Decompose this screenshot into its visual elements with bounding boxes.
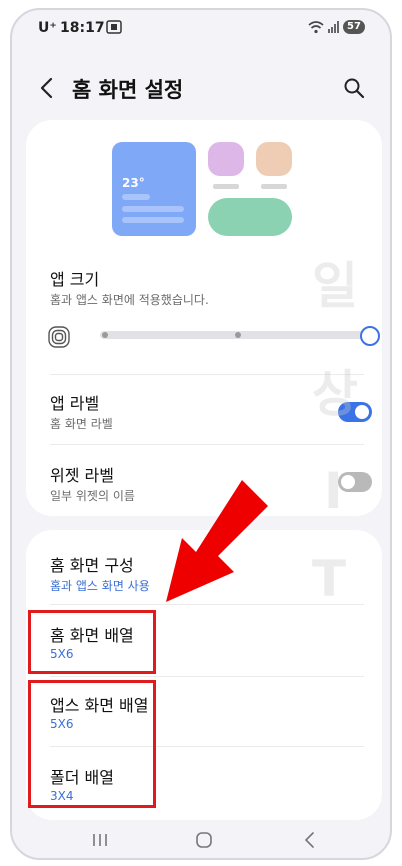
- app-icon-preview: [208, 142, 244, 176]
- app-size-subtitle: 홈과 앱스 화면에 적용했습니다.: [50, 293, 209, 307]
- preview-line: [122, 206, 184, 212]
- app-label-title: 앱 라벨: [50, 394, 100, 413]
- widget-label-title: 위젯 라벨: [50, 466, 114, 485]
- app-label-subtitle: 홈 화면 라벨: [50, 417, 113, 431]
- home-icon[interactable]: [194, 830, 214, 850]
- slider-step: [102, 332, 108, 338]
- app-label-preview: [213, 184, 239, 189]
- signal-icon: [328, 21, 339, 33]
- watermark-char: 일: [312, 257, 358, 315]
- preview-line: [122, 194, 150, 200]
- display-settings-card: 23° 앱 크기 홈과 앱스 화면에 적용했습니다. 앱 라벨 홈 화면 라벨: [26, 120, 382, 516]
- wide-widget-preview: [208, 198, 292, 236]
- slider-step: [235, 332, 241, 338]
- highlight-box: [28, 610, 156, 674]
- app-size-title: 앱 크기: [50, 270, 100, 289]
- red-arrow-annotation: [166, 480, 268, 602]
- home-preview: 23°: [26, 120, 382, 250]
- weather-widget-preview: 23°: [112, 142, 196, 236]
- app-size-slider[interactable]: [100, 331, 368, 339]
- divider: [50, 676, 364, 677]
- app-size-slider-thumb[interactable]: [360, 326, 380, 346]
- home-layout-title[interactable]: 홈 화면 구성: [50, 552, 134, 576]
- navigation-bar: [12, 818, 390, 858]
- screenshot-icon: [106, 20, 122, 34]
- preview-line: [122, 217, 184, 223]
- preview-temperature: 23°: [122, 176, 145, 190]
- app-label-preview: [261, 184, 287, 189]
- carrier-label: U⁺: [38, 20, 57, 36]
- battery-badge: 57: [343, 20, 365, 34]
- home-layout-value: 홈과 앱스 화면 사용: [50, 579, 150, 593]
- back-nav-icon[interactable]: [300, 830, 320, 850]
- watermark-char: T: [312, 550, 347, 608]
- phone-screen: U⁺ 18:17 57 홈 화면 설정 23° 앱 크기 홈과 앱스 화면에 적…: [10, 8, 392, 860]
- widget-label-toggle[interactable]: [338, 472, 372, 492]
- wifi-icon: [308, 21, 324, 34]
- status-time: 18:17: [60, 20, 105, 36]
- status-bar: U⁺ 18:17 57: [12, 10, 390, 50]
- search-icon[interactable]: [342, 76, 366, 100]
- watermark-char: I: [324, 462, 343, 520]
- highlight-box: [28, 680, 156, 808]
- app-size-icon: [48, 326, 70, 348]
- app-bar: 홈 화면 설정: [12, 68, 390, 108]
- recent-apps-icon[interactable]: [90, 830, 110, 850]
- back-arrow-icon[interactable]: [36, 76, 58, 100]
- app-icon-preview: [256, 142, 292, 176]
- widget-label-subtitle: 일부 위젯의 이름: [50, 489, 135, 503]
- page-title: 홈 화면 설정: [72, 78, 184, 102]
- divider: [50, 444, 364, 445]
- toggle-knob: [341, 475, 355, 489]
- watermark-char: 상: [312, 365, 358, 423]
